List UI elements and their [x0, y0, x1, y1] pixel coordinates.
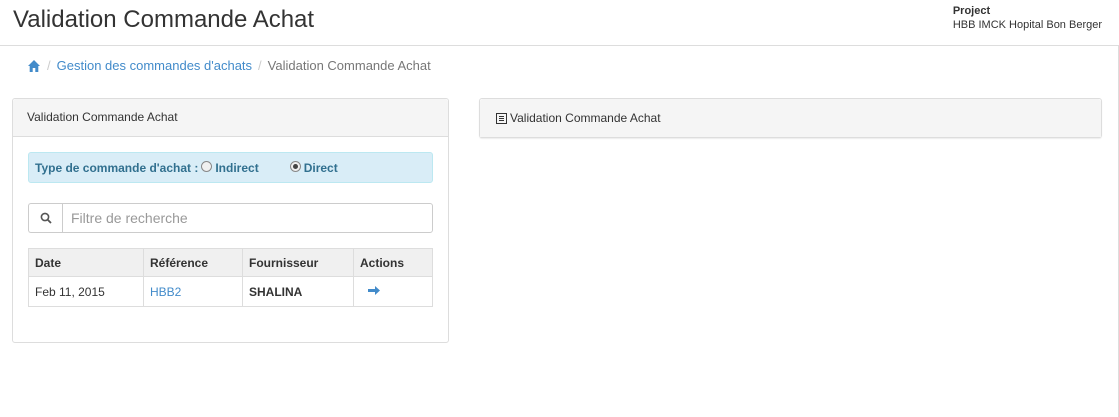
breadcrumb-separator: / [47, 58, 51, 73]
home-icon[interactable] [27, 59, 41, 73]
table-row: Feb 11, 2015 HBB2 SHALINA [28, 276, 433, 307]
radio-direct-circle[interactable] [289, 161, 301, 172]
list-icon [496, 112, 507, 124]
radio-direct[interactable]: Direct [287, 161, 338, 175]
orders-table: Date Référence Fournisseur Actions Feb 1… [28, 248, 433, 307]
order-type-selector: Type de commande d'achat : Indirect Dire… [28, 152, 433, 183]
breadcrumb-purchase-orders[interactable]: Gestion des commandes d'achats [57, 58, 252, 73]
reference-link[interactable]: HBB2 [150, 285, 181, 299]
column-reference[interactable]: Référence [143, 248, 243, 277]
column-supplier[interactable]: Fournisseur [242, 248, 354, 277]
cell-supplier: SHALINA [242, 276, 354, 307]
validation-detail-panel: Validation Commande Achat [479, 98, 1102, 138]
project-info: Project HBB IMCK Hopital Bon Berger [953, 4, 1102, 32]
breadcrumb-current: Validation Commande Achat [267, 58, 431, 73]
panel-heading: Validation Commande Achat [13, 99, 448, 137]
cell-date: Feb 11, 2015 [28, 276, 144, 307]
project-label: Project [952, 5, 991, 17]
project-name: HBB IMCK Hopital Bon Berger [952, 19, 1102, 31]
arrow-right-icon[interactable] [368, 285, 381, 299]
breadcrumb-separator: / [258, 58, 262, 73]
search-icon [28, 203, 62, 233]
column-date[interactable]: Date [28, 248, 144, 277]
radio-direct-label[interactable]: Direct [304, 161, 338, 175]
radio-indirect[interactable]: Indirect [198, 161, 259, 175]
validation-panel: Validation Commande Achat Type de comman… [12, 98, 449, 343]
radio-indirect-label[interactable]: Indirect [215, 161, 258, 175]
cell-actions [353, 276, 433, 307]
column-actions: Actions [353, 248, 433, 277]
order-type-label: Type de commande d'achat : [35, 160, 199, 175]
breadcrumb: / Gestion des commandes d'achats / Valid… [27, 58, 431, 73]
detail-panel-heading: Validation Commande Achat [480, 99, 1101, 137]
search-input[interactable] [62, 203, 433, 233]
detail-panel-title: Validation Commande Achat [510, 110, 661, 125]
table-header-row: Date Référence Fournisseur Actions [28, 248, 433, 277]
search-group [28, 203, 433, 233]
radio-indirect-circle[interactable] [201, 161, 213, 172]
header: Validation Commande Achat Project HBB IM… [0, 0, 1119, 46]
page-title: Validation Commande Achat [13, 6, 315, 33]
cell-reference: HBB2 [143, 276, 243, 307]
